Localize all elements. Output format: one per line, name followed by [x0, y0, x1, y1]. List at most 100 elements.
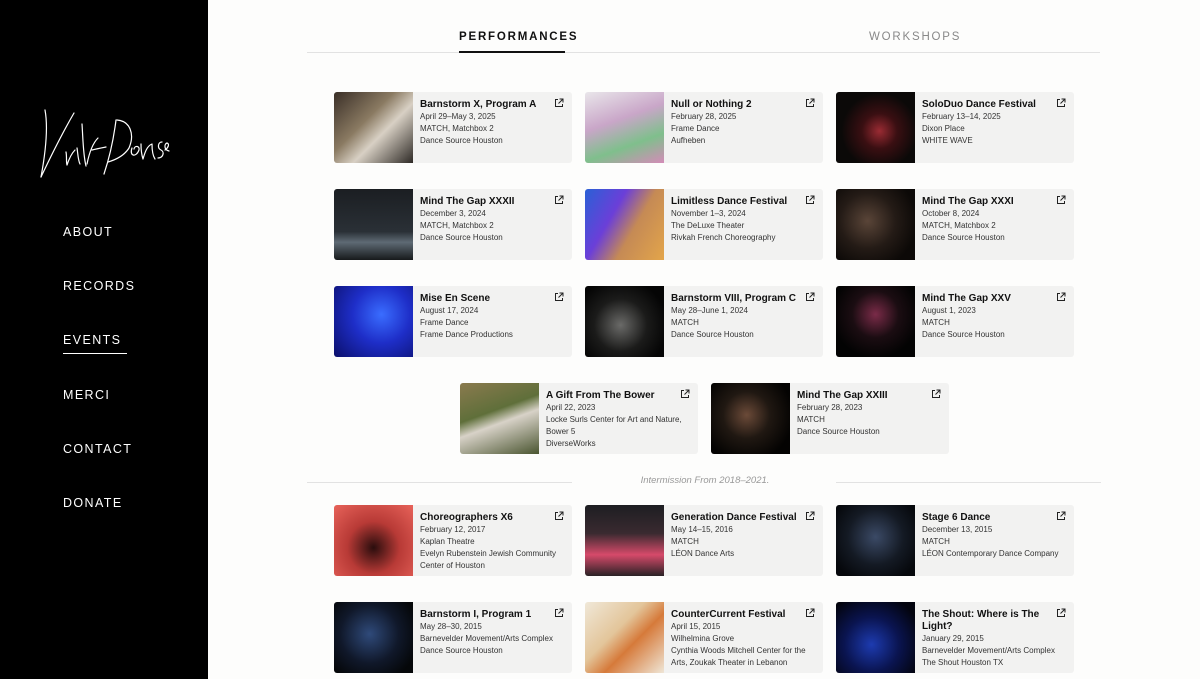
performance-venue: Wilhelmina Grove	[671, 634, 735, 643]
performance-venue: MATCH, Matchbox 2	[420, 124, 494, 133]
performance-card[interactable]: Null or Nothing 2 February 28, 2025 Frame …	[585, 92, 823, 163]
external-link-icon[interactable]	[554, 511, 564, 521]
performance-organizer: DiverseWorks	[546, 439, 596, 448]
performance-title: Barnstorm X, Program A	[420, 99, 537, 110]
external-link-icon[interactable]	[554, 608, 564, 618]
nav-events[interactable]: EVENTS	[63, 333, 127, 354]
performance-title: Stage 6 Dance	[922, 512, 991, 523]
performance-thumbnail[interactable]	[460, 383, 539, 454]
performance-organizer: Frame Dance Productions	[420, 330, 513, 339]
performance-date: December 13, 2015	[922, 525, 993, 534]
external-link-icon[interactable]	[1056, 292, 1066, 302]
performance-organizer: Dance Source Houston	[420, 233, 503, 242]
performance-details: April 15, 2015 Wilhelmina Grove Cynthia Wo…	[671, 621, 819, 669]
performance-thumbnail[interactable]	[836, 92, 915, 163]
external-link-icon[interactable]	[680, 389, 690, 399]
performance-card[interactable]: Generation Dance Festival May 14–15, 2016…	[585, 505, 823, 576]
performance-title: CounterCurrent Festival	[671, 609, 786, 620]
performance-venue: MATCH	[671, 537, 699, 546]
performance-thumbnail[interactable]	[334, 602, 413, 673]
performance-card[interactable]: Mind The Gap XXIII February 28, 2023 MATCH…	[711, 383, 949, 454]
nav-merci[interactable]: MERCI	[63, 388, 110, 402]
performance-date: August 17, 2024	[420, 306, 479, 315]
performance-date: November 1–3, 2024	[671, 209, 746, 218]
performance-thumbnail[interactable]	[334, 505, 413, 576]
external-link-icon[interactable]	[805, 195, 815, 205]
performance-card[interactable]: A Gift From The Bower April 22, 2023 Locke…	[460, 383, 698, 454]
performance-card[interactable]: Barnstorm X, Program A April 29–May 3, 20…	[334, 92, 572, 163]
performance-thumbnail[interactable]	[711, 383, 790, 454]
external-link-icon[interactable]	[805, 511, 815, 521]
external-link-icon[interactable]	[805, 292, 815, 302]
sidebar: ABOUT RECORDS EVENTS MERCI CONTACT DONAT…	[0, 0, 208, 679]
performance-venue: MATCH	[797, 415, 825, 424]
performance-details: April 29–May 3, 2025 MATCH, Matchbox 2 Dan…	[420, 111, 568, 147]
performance-thumbnail[interactable]	[836, 189, 915, 260]
performance-thumbnail[interactable]	[585, 189, 664, 260]
performance-date: February 13–14, 2025	[922, 112, 1001, 121]
performance-card[interactable]: Choreographers X6 February 12, 2017 Kaplan…	[334, 505, 572, 576]
performance-card[interactable]: Mise En Scene August 17, 2024 Frame Dance F…	[334, 286, 572, 357]
performance-thumbnail[interactable]	[836, 602, 915, 673]
performance-card[interactable]: CounterCurrent Festival April 15, 2015 Wil…	[585, 602, 823, 673]
performance-card[interactable]: Barnstorm VIII, Program C May 28–June 1, …	[585, 286, 823, 357]
performance-details: April 22, 2023 Locke Surls Center for Art…	[546, 402, 694, 450]
main-content: PERFORMANCES WORKSHOPS Intermission From…	[208, 0, 1200, 679]
performance-venue: Dixon Place	[922, 124, 965, 133]
performance-details: May 14–15, 2016 MATCH LÉON Dance Arts	[671, 524, 819, 560]
performance-date: February 12, 2017	[420, 525, 486, 534]
performance-venue: Frame Dance	[420, 318, 469, 327]
performance-date: May 28–June 1, 2024	[671, 306, 748, 315]
site-logo[interactable]	[36, 104, 171, 184]
performance-title: A Gift From The Bower	[546, 390, 655, 401]
performance-thumbnail[interactable]	[334, 286, 413, 357]
performance-thumbnail[interactable]	[585, 92, 664, 163]
performance-card[interactable]: Limitless Dance Festival November 1–3, 20…	[585, 189, 823, 260]
performance-card[interactable]: Mind The Gap XXV August 1, 2023 MATCH Dance…	[836, 286, 1074, 357]
performance-thumbnail[interactable]	[334, 92, 413, 163]
performance-thumbnail[interactable]	[585, 505, 664, 576]
nav-about[interactable]: ABOUT	[63, 225, 113, 239]
external-link-icon[interactable]	[931, 389, 941, 399]
nav-records[interactable]: RECORDS	[63, 279, 135, 293]
performance-venue: MATCH	[922, 318, 950, 327]
performance-title: The Shout: Where is The Light?	[922, 609, 1040, 632]
external-link-icon[interactable]	[1056, 511, 1066, 521]
performance-venue: MATCH	[922, 537, 950, 546]
performance-date: August 1, 2023	[922, 306, 976, 315]
performance-title: Limitless Dance Festival	[671, 196, 788, 207]
external-link-icon[interactable]	[554, 292, 564, 302]
external-link-icon[interactable]	[554, 195, 564, 205]
performance-date: April 22, 2023	[546, 403, 596, 412]
external-link-icon[interactable]	[1056, 195, 1066, 205]
nav-contact[interactable]: CONTACT	[63, 442, 132, 456]
performance-details: December 3, 2024 MATCH, Matchbox 2 Dance S…	[420, 208, 568, 244]
external-link-icon[interactable]	[1056, 98, 1066, 108]
tab-active-underline	[459, 51, 565, 53]
intermission-line-left	[307, 482, 572, 483]
performance-thumbnail[interactable]	[585, 286, 664, 357]
performance-card[interactable]: Mind The Gap XXXI October 8, 2024 MATCH, M…	[836, 189, 1074, 260]
nav-donate[interactable]: DONATE	[63, 496, 123, 510]
performance-card[interactable]: Barnstorm I, Program 1 May 28–30, 2015 Bar…	[334, 602, 572, 673]
external-link-icon[interactable]	[805, 98, 815, 108]
external-link-icon[interactable]	[1056, 608, 1066, 618]
intermission-label: Intermission From 2018–2021.	[640, 475, 770, 486]
nav-active-underline	[63, 353, 127, 354]
performance-thumbnail[interactable]	[334, 189, 413, 260]
performance-thumbnail[interactable]	[836, 505, 915, 576]
performance-venue: MATCH, Matchbox 2	[420, 221, 494, 230]
performance-thumbnail[interactable]	[585, 602, 664, 673]
tab-workshops[interactable]: WORKSHOPS	[869, 31, 961, 43]
external-link-icon[interactable]	[805, 608, 815, 618]
performance-organizer: Dance Source Houston	[922, 233, 1005, 242]
tab-performances[interactable]: PERFORMANCES	[459, 31, 578, 43]
performance-card[interactable]: SoloDuo Dance Festival February 13–14, 20…	[836, 92, 1074, 163]
performance-organizer: WHITE WAVE	[922, 136, 973, 145]
performance-thumbnail[interactable]	[836, 286, 915, 357]
external-link-icon[interactable]	[554, 98, 564, 108]
performance-card[interactable]: Mind The Gap XXXII December 3, 2024 MATCH,…	[334, 189, 572, 260]
performance-card[interactable]: The Shout: Where is The Light? January 29…	[836, 602, 1074, 673]
intermission-line-right	[836, 482, 1101, 483]
performance-card[interactable]: Stage 6 Dance December 13, 2015 MATCH LÉON …	[836, 505, 1074, 576]
